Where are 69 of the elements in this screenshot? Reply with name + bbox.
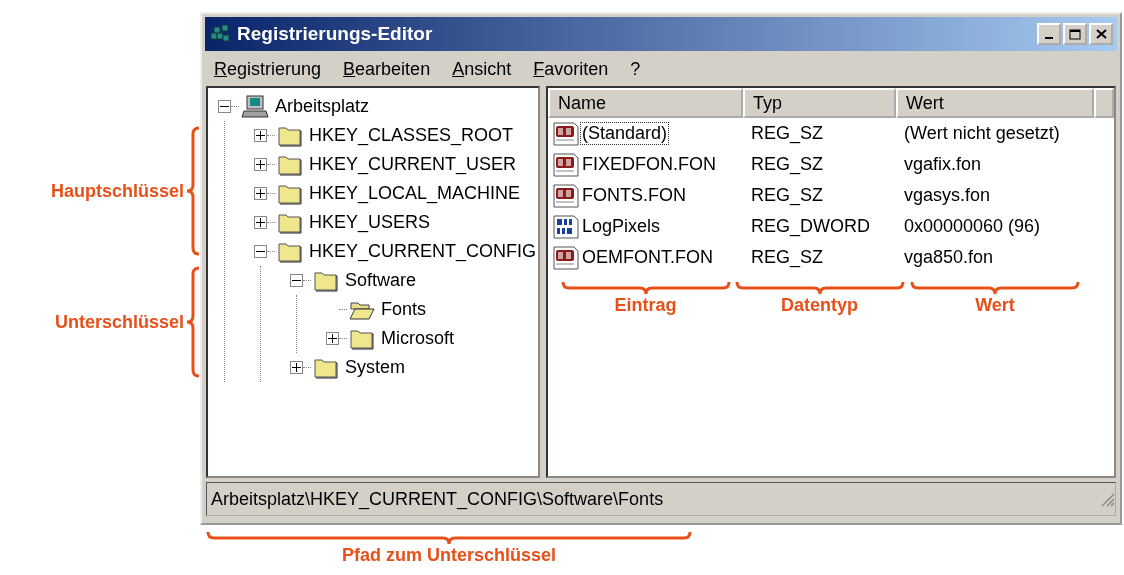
- annotation-label: Wert: [975, 295, 1015, 316]
- value-name[interactable]: LogPixels: [580, 215, 663, 238]
- string-value-icon: [552, 244, 580, 271]
- tree-item[interactable]: Arbeitsplatz: [275, 96, 370, 117]
- string-value-icon: [552, 182, 580, 209]
- tree-item[interactable]: HKEY_CLASSES_ROOT: [309, 125, 514, 146]
- tree-item[interactable]: Software: [345, 270, 417, 291]
- window-title: Registrierungs-Editor: [237, 23, 434, 45]
- tree-item[interactable]: System: [345, 357, 405, 378]
- value-name[interactable]: (Standard): [580, 122, 670, 145]
- tree-item[interactable]: HKEY_CURRENT_USER: [309, 154, 517, 175]
- plus-icon[interactable]: [256, 160, 265, 169]
- annotation-label: Pfad zum Unterschlüssel: [341, 545, 557, 566]
- minimize-button[interactable]: [1037, 23, 1061, 45]
- tree-item[interactable]: HKEY_LOCAL_MACHINE: [309, 183, 521, 204]
- column-header[interactable]: Name: [548, 88, 743, 118]
- table-cell-text: REG_DWORD: [750, 216, 871, 237]
- plus-icon[interactable]: [256, 218, 265, 227]
- minimize-icon: [1045, 36, 1053, 39]
- plus-icon[interactable]: [328, 334, 337, 343]
- registry-cubes-icon: [209, 23, 231, 45]
- folder-icon: [277, 182, 303, 205]
- string-value-icon: [552, 120, 580, 147]
- folder-icon: [277, 124, 303, 147]
- tree-item[interactable]: Fonts: [381, 299, 427, 320]
- close-button[interactable]: [1089, 23, 1113, 45]
- size-grip-icon: [1099, 491, 1115, 507]
- table-cell-text: vgafix.fon: [903, 154, 983, 175]
- table-cell-text: vgasys.fon: [903, 185, 992, 206]
- table-cell-text: REG_SZ: [750, 247, 825, 268]
- plus-icon[interactable]: [292, 363, 301, 372]
- annotation-label: Eintrag: [614, 295, 677, 316]
- folder-icon: [277, 211, 303, 234]
- menu-item[interactable]: ?: [630, 58, 641, 80]
- close-icon: [1095, 29, 1107, 39]
- folder-icon: [277, 240, 303, 263]
- maximize-icon: [1069, 28, 1081, 40]
- computer-icon: [241, 94, 269, 119]
- menu-item[interactable]: Registrierung: [214, 58, 322, 80]
- folder-icon: [277, 153, 303, 176]
- table-cell-text: REG_SZ: [750, 185, 825, 206]
- plus-icon[interactable]: [256, 189, 265, 198]
- column-header[interactable]: Typ: [743, 88, 896, 118]
- annotation-label: Unterschlüssel: [54, 311, 184, 333]
- folder-icon: [313, 356, 339, 379]
- plus-icon[interactable]: [256, 131, 265, 140]
- value-name[interactable]: OEMFONT.FON: [580, 246, 715, 269]
- string-value-icon: [552, 151, 580, 178]
- folder-icon: [349, 327, 375, 350]
- value-name[interactable]: FONTS.FON: [580, 184, 688, 207]
- table-cell-text: REG_SZ: [750, 123, 825, 144]
- table-cell-text: REG_SZ: [750, 154, 825, 175]
- annotation-label: Hauptschlüssel: [50, 180, 184, 202]
- tree-item[interactable]: Microsoft: [381, 328, 454, 349]
- status-path: Arbeitsplatz\HKEY_CURRENT_CONFIG\Software\Fonts: [211, 488, 665, 510]
- menu-item[interactable]: Favoriten: [533, 58, 609, 80]
- maximize-button[interactable]: [1063, 23, 1087, 45]
- folder-icon: [313, 269, 339, 292]
- column-header[interactable]: Wert: [896, 88, 1094, 118]
- tree-item[interactable]: HKEY_CURRENT_CONFIG: [309, 241, 537, 262]
- value-name[interactable]: FIXEDFON.FON: [580, 153, 718, 176]
- menu-item[interactable]: Ansicht: [452, 58, 512, 80]
- menu-item[interactable]: Bearbeiten: [343, 58, 431, 80]
- table-cell-text: (Wert nicht gesetzt): [903, 123, 1061, 144]
- tree-item[interactable]: HKEY_USERS: [309, 212, 431, 233]
- table-cell-text: vga850.fon: [903, 247, 995, 268]
- table-cell-text: 0x00000060 (96): [903, 216, 1042, 237]
- binary-value-icon: [552, 213, 580, 240]
- annotation-label: Datentyp: [781, 295, 858, 316]
